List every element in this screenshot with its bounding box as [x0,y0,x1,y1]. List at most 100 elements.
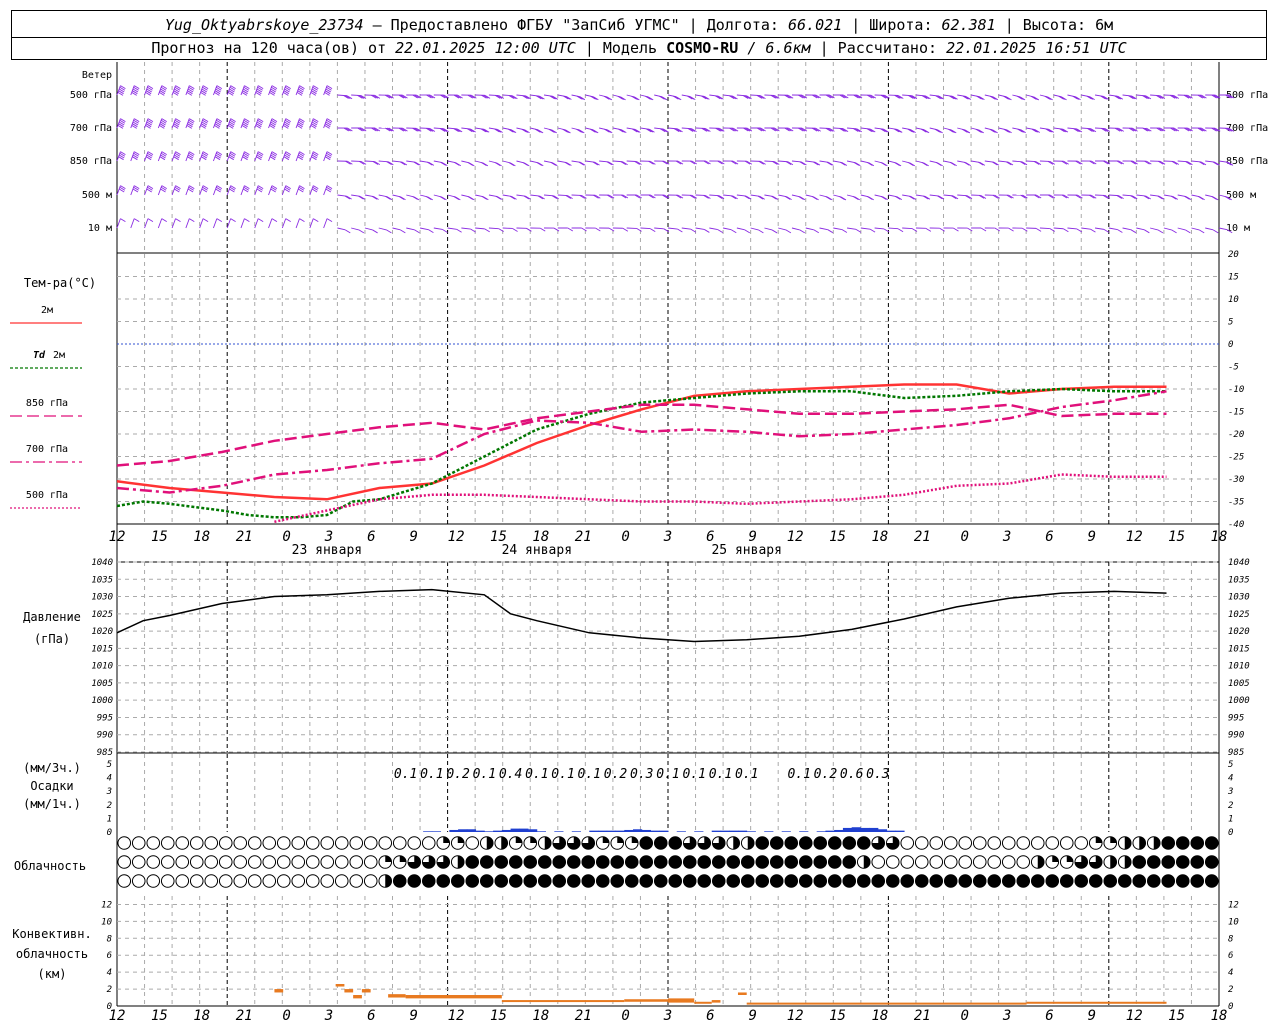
cloud-symbol-fill [842,874,856,888]
cloud-symbol-fill [1139,836,1146,850]
cloud-symbol-fill [900,874,914,888]
cloud-symbol-fill [544,836,552,850]
cloud-symbol-fill [1124,855,1132,869]
cloud-symbol [204,874,219,888]
wind-barb-flag [1008,227,1014,232]
conv-bar [694,1001,712,1004]
wind-barb-shaft [185,151,190,162]
wind-barb-flag [908,162,914,166]
cloud-symbol-fill [596,874,610,888]
wind-level-label-left: 850 гПа [70,156,112,167]
conv-bar [353,995,362,999]
cloud-symbol-fill [828,836,842,850]
wind-barb-flag [608,227,615,232]
cloud-symbol-fill [399,855,407,862]
temp-x-tick: 18 [1211,529,1228,545]
cloud-symbol [276,836,291,850]
wind-barb-shaft [819,227,828,231]
cloud-symbol-fill [617,836,624,843]
conv-x-tick: 21 [236,1008,253,1024]
wind-barb-flag [257,218,264,222]
temp-tick-right: 5 [1228,318,1233,328]
cloud-symbol-fill [799,874,813,888]
wind-barb-flag [827,229,834,234]
precip-bar [746,831,756,832]
cloud-symbol-fill [1132,874,1146,888]
wind-barb-flag [230,218,236,222]
cloud-symbol [1045,836,1060,850]
cloud-symbol-fill [683,855,697,869]
cloud-symbol-fill [973,874,987,888]
precip-3h-label: 0.1 [578,767,601,782]
precip-bar [571,831,581,832]
wind-barb-flag [771,229,778,234]
cloud-symbol [972,855,987,869]
cloud-symbol [291,836,306,850]
cloud-symbol [146,855,161,869]
wind-barb-flag [358,229,365,234]
legend-label-prefix: Td [33,350,46,361]
cloud-symbol [175,836,190,850]
temp-x-tick: 18 [193,529,210,545]
wind-barb-flag [453,196,460,200]
wind-barb-flag [1171,229,1177,234]
temp-tick-right: 10 [1228,295,1239,305]
cloud-symbol-fill [1190,836,1204,850]
cloud-symbol-fill [813,855,827,869]
cloud-symbol [958,836,973,850]
cloud-symbol-fill [784,855,798,869]
wind-barb-flag [717,229,724,233]
temp-tick-right: -10 [1228,385,1244,395]
wind-barb-flag [1022,227,1028,232]
temp-x-tick: 0 [960,529,968,545]
cloud-symbol-fill [842,855,856,869]
precip-bar [475,830,485,832]
conv-bar [501,1000,625,1003]
cloud-symbol-fill [1110,855,1117,869]
cloud-symbol-fill [1161,855,1175,869]
cloud-symbol [131,836,146,850]
conv-bar [746,1002,1027,1005]
cloud-symbol-fill [1118,874,1132,888]
cloud-symbol-fill [886,874,900,888]
wind-barb-flag [1212,229,1219,234]
wind-barb-shaft [226,218,232,229]
temp-x-tick: 9 [1088,529,1096,545]
day-label: 23 января [292,543,362,558]
cloud-symbol [204,836,219,850]
wind-barb-flag [133,218,140,222]
wind-barb-shaft [488,227,499,230]
cloud-symbol-fill [567,874,581,888]
cloud-symbol-fill [755,836,769,850]
precip-3h-label: 0.2 [814,767,838,782]
cloud-symbol-fill [929,874,943,888]
cloud-symbol-fill [915,874,929,888]
wind-barb-shaft [254,151,259,162]
wind-barb-shaft [419,227,429,231]
wind-level-label-left: 500 гПа [70,90,112,101]
wind-barb-flag [484,228,490,233]
wind-barb-flag [799,229,806,234]
precip-3h-label: 0.1 [709,767,732,782]
precip-bar [650,830,660,832]
cloud-symbol-fill [1045,874,1059,888]
cloud-symbol [1016,855,1031,869]
precip-bar [536,831,546,832]
precip-bar [781,831,791,832]
cloud-symbol-fill [1089,874,1103,888]
wind-barb-flag [494,162,501,166]
cloud-symbol-fill [1190,874,1204,888]
cloud-symbol-fill [567,855,581,869]
conv-bar [711,1000,721,1003]
temp-x-tick: 6 [1045,529,1053,545]
wind-barb-flag [1144,229,1150,234]
wind-barb-flag [677,228,683,233]
wind-barb-shaft [667,227,678,230]
cloud-symbol [929,836,944,850]
conv-x-tick: 15 [1168,1008,1185,1024]
cloud-symbol-fill [1176,874,1190,888]
wind-barb-shaft [199,185,204,196]
pressure-tick-left: 985 [97,748,113,758]
precip-tick-left: 2 [107,801,112,811]
cloud-symbol [276,874,291,888]
